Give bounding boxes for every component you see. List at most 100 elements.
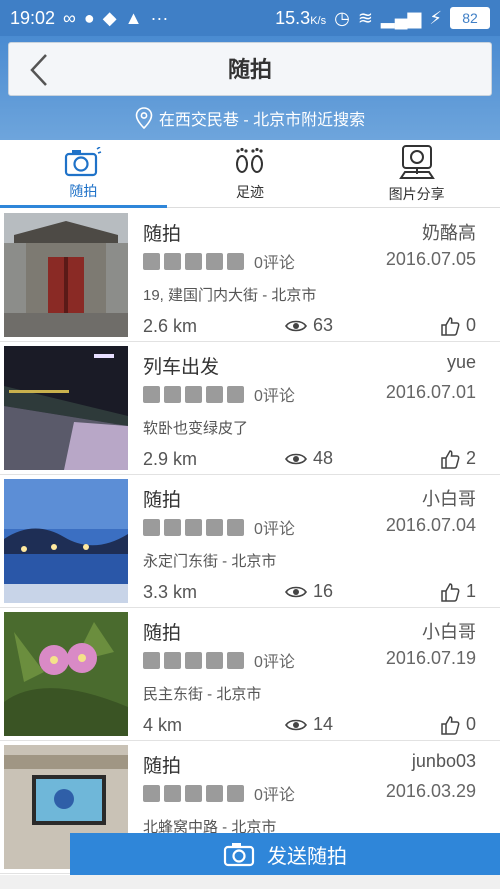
alarm-icon: ◷ (334, 7, 350, 28)
charging-icon: ⚡ (429, 7, 442, 28)
star-icon (206, 252, 223, 270)
location-pin-icon (135, 107, 153, 129)
eye-icon (285, 453, 307, 464)
star-icon (143, 252, 160, 270)
star-icon (227, 252, 244, 270)
post-title: 随拍 (143, 224, 182, 245)
post-thumbnail (4, 612, 128, 736)
clock: 19:02 (10, 7, 56, 28)
star-icon (185, 385, 202, 403)
network-speed: 15.3K/s (275, 7, 327, 28)
tab-bar: 随拍 足迹 图片分享 (0, 140, 500, 208)
post-date: 2016.07.05 (385, 249, 476, 269)
footprint-icon (236, 147, 263, 173)
eye-icon (285, 586, 307, 597)
post-thumbnail (4, 479, 128, 603)
star-icon (227, 651, 244, 669)
camera-icon (223, 843, 255, 867)
star-icon (143, 651, 160, 669)
tab-label: 图片分享 (388, 185, 445, 202)
eye-icon (285, 719, 307, 730)
star-icon (185, 252, 202, 270)
view-count: 63 (285, 315, 333, 336)
location-search-link[interactable]: 在西交民巷 - 北京市附近搜索 (0, 100, 500, 136)
post-author[interactable]: 小白哥 (422, 485, 476, 511)
star-icon (164, 651, 181, 669)
post-address: 民主东街 - 北京市 (143, 686, 262, 703)
star-icon (227, 784, 244, 802)
post-list: 随拍 奶酪高 0评论 2016.07.05 19, 建国门内大街 - 北京市 2… (0, 209, 500, 874)
star-icon (185, 518, 202, 536)
star-icon (164, 385, 181, 403)
post-author[interactable]: 奶酪高 (422, 219, 476, 245)
shield-icon: ◆ (102, 7, 117, 28)
rating: 0评论 (143, 781, 295, 805)
star-icon (227, 518, 244, 536)
comment-count: 0评论 (254, 654, 295, 671)
post-title: 随拍 (143, 490, 182, 511)
star-icon (206, 651, 223, 669)
star-icon (206, 518, 223, 536)
list-item[interactable]: 列车出发 yue 0评论 2016.07.01 软卧也变绿皮了 2.9 km 4… (0, 342, 500, 475)
post-author[interactable]: 小白哥 (422, 618, 476, 644)
list-item[interactable]: 随拍 奶酪高 0评论 2016.07.05 19, 建国门内大街 - 北京市 2… (0, 209, 500, 342)
like-button[interactable]: 1 (440, 581, 476, 602)
post-distance: 2.6 km (143, 316, 198, 336)
app-notification-icon: ▲ (124, 7, 143, 28)
send-snapshot-button[interactable]: 发送随拍 (70, 833, 500, 875)
battery-icon: 82 (450, 7, 490, 29)
like-button[interactable]: 0 (440, 714, 476, 735)
bottom-edge (0, 875, 500, 889)
star-icon (227, 385, 244, 403)
star-icon (206, 385, 223, 403)
thumbs-up-icon (441, 582, 460, 602)
star-icon (206, 784, 223, 802)
eye-icon (285, 320, 307, 331)
status-bar: 19:02 ∞ ● ◆ ▲ ··· 15.3K/s ◷ ≋ ▂▄▆ ⚡ 82 (0, 0, 500, 36)
star-icon (164, 784, 181, 802)
rating: 0评论 (143, 515, 295, 539)
list-item[interactable]: 随拍 小白哥 0评论 2016.07.04 永定门东街 - 北京市 3.3 km… (0, 475, 500, 608)
star-icon (185, 784, 202, 802)
post-title: 随拍 (143, 756, 182, 777)
comment-count: 0评论 (254, 255, 295, 272)
post-address: 永定门东街 - 北京市 (143, 553, 277, 570)
rating: 0评论 (143, 249, 295, 273)
tab-photo-share[interactable]: 图片分享 (333, 140, 500, 207)
signal-icon: ▂▄▆ (380, 7, 422, 28)
view-count: 14 (285, 714, 333, 735)
post-thumbnail (4, 346, 128, 470)
wifi-icon: ≋ (357, 7, 373, 28)
post-title: 列车出发 (143, 357, 220, 378)
comment-count: 0评论 (254, 388, 295, 405)
post-address: 19, 建国门内大街 - 北京市 (143, 287, 317, 304)
rating: 0评论 (143, 648, 295, 672)
send-snapshot-label: 发送随拍 (267, 845, 347, 868)
star-icon (164, 518, 181, 536)
tab-footprints[interactable]: 足迹 (167, 140, 334, 207)
tab-snapshot[interactable]: 随拍 (0, 140, 167, 208)
page-title: 随拍 (227, 57, 272, 82)
post-distance: 4 km (143, 715, 183, 735)
chat-icon: ● (83, 7, 95, 28)
post-date: 2016.07.04 (385, 515, 476, 535)
post-title: 随拍 (143, 623, 182, 644)
post-date: 2016.07.19 (385, 648, 476, 668)
post-thumbnail (4, 213, 128, 337)
star-icon (143, 784, 160, 802)
list-item[interactable]: 随拍 小白哥 0评论 2016.07.19 民主东街 - 北京市 4 km 14… (0, 608, 500, 741)
post-author[interactable]: junbo03 (412, 751, 476, 772)
more-notifications-icon: ··· (150, 7, 169, 28)
post-distance: 3.3 km (143, 582, 198, 602)
camera-icon (65, 146, 102, 176)
map-photo-icon (398, 144, 435, 179)
post-address: 软卧也变绿皮了 (143, 420, 249, 437)
like-button[interactable]: 0 (440, 315, 476, 336)
view-count: 16 (285, 581, 333, 602)
thumbs-up-icon (441, 715, 460, 735)
star-icon (185, 651, 202, 669)
like-button[interactable]: 2 (440, 448, 476, 469)
infinity-icon: ∞ (63, 7, 76, 28)
tab-label: 足迹 (236, 183, 264, 200)
post-author[interactable]: yue (447, 352, 476, 373)
